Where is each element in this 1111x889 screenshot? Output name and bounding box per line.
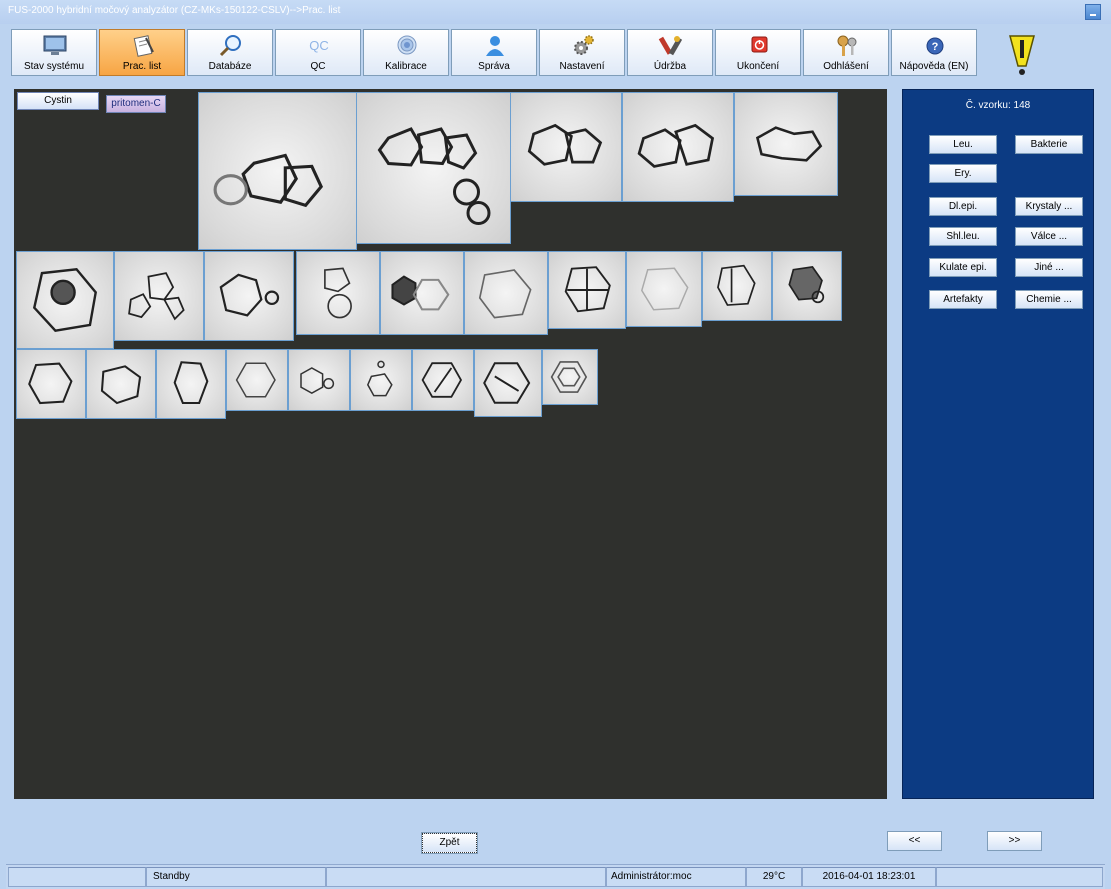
tab-kalibrace[interactable]: Kalibrace bbox=[363, 29, 449, 76]
crystal-image[interactable] bbox=[464, 251, 548, 335]
tools-icon bbox=[658, 36, 683, 56]
tab-odhlaseni[interactable]: Odhlášení bbox=[803, 29, 889, 76]
class-button-bakterie[interactable]: Bakterie bbox=[1015, 135, 1083, 154]
tab-label: Odhlášení bbox=[823, 61, 869, 72]
crystal-image[interactable] bbox=[16, 349, 86, 419]
crystal-image[interactable] bbox=[510, 92, 622, 202]
crystal-image[interactable] bbox=[296, 251, 380, 335]
status-user: Administrátor:moc bbox=[606, 867, 746, 887]
class-button-leu[interactable]: Leu. bbox=[929, 135, 997, 154]
tab-label: Ukončení bbox=[736, 61, 780, 72]
crystal-image[interactable] bbox=[412, 349, 474, 411]
back-button[interactable]: Zpět bbox=[421, 832, 478, 854]
class-button-dl-epi[interactable]: Dl.epi. bbox=[929, 197, 997, 216]
class-button-artefakty[interactable]: Artefakty bbox=[929, 290, 997, 309]
qc-icon: QC bbox=[309, 38, 329, 53]
crystal-image[interactable] bbox=[734, 92, 838, 196]
crystal-image[interactable] bbox=[772, 251, 842, 321]
title-bar: FUS-2000 hybridní močový analyzátor (CZ-… bbox=[0, 0, 1111, 24]
status-tag[interactable]: pritomen-C bbox=[106, 95, 166, 113]
warning-icon[interactable] bbox=[1002, 32, 1042, 78]
class-button-chemie[interactable]: Chemie ... bbox=[1015, 290, 1083, 309]
crystal-image[interactable] bbox=[702, 251, 772, 321]
crystal-image[interactable] bbox=[622, 92, 734, 202]
crystal-image[interactable] bbox=[288, 349, 350, 411]
previous-page-button[interactable]: << bbox=[887, 831, 942, 851]
class-button-jine[interactable]: Jiné ... bbox=[1015, 258, 1083, 277]
help-icon: ? bbox=[926, 37, 944, 55]
tab-prac-list[interactable]: Prac. list bbox=[99, 29, 185, 76]
crystal-image[interactable] bbox=[86, 349, 156, 419]
tab-label: QC bbox=[310, 61, 326, 72]
status-segment-empty bbox=[8, 867, 146, 887]
power-icon bbox=[751, 36, 768, 53]
tab-udrzba[interactable]: Údržba bbox=[627, 29, 713, 76]
status-datetime: 2016-04-01 18:23:01 bbox=[802, 867, 936, 887]
monitor-icon bbox=[43, 35, 67, 55]
crystal-image[interactable] bbox=[380, 251, 464, 335]
tab-ukonceni[interactable]: Ukončení bbox=[715, 29, 801, 76]
user-icon bbox=[486, 36, 504, 56]
class-button-ery[interactable]: Ery. bbox=[929, 164, 997, 183]
crystal-image[interactable] bbox=[204, 251, 294, 341]
window-title: FUS-2000 hybridní močový analyzátor (CZ-… bbox=[8, 5, 341, 16]
svg-text:?: ? bbox=[932, 41, 939, 53]
crystal-image[interactable] bbox=[226, 349, 288, 411]
next-page-button[interactable]: >> bbox=[987, 831, 1042, 851]
crystal-image[interactable] bbox=[626, 251, 702, 327]
category-button[interactable]: Cystin bbox=[17, 92, 99, 110]
tab-databaze[interactable]: Databáze bbox=[187, 29, 273, 76]
tab-label: Nápověda (EN) bbox=[899, 61, 969, 72]
crystal-image[interactable] bbox=[542, 349, 598, 405]
crystal-image[interactable] bbox=[16, 251, 114, 349]
minimize-button[interactable] bbox=[1085, 4, 1101, 20]
crystal-image[interactable] bbox=[356, 92, 511, 244]
class-button-valce[interactable]: Válce ... bbox=[1015, 227, 1083, 246]
tab-napoveda[interactable]: ? Nápověda (EN) bbox=[891, 29, 977, 76]
crystal-image[interactable] bbox=[350, 349, 412, 411]
image-viewer: Cystin pritomen-C bbox=[14, 89, 887, 799]
status-segment-empty bbox=[326, 867, 606, 887]
tab-label: Databáze bbox=[208, 61, 252, 72]
qc-icon-text: QC bbox=[309, 38, 329, 53]
tab-label: Kalibrace bbox=[385, 61, 427, 72]
crystal-image[interactable] bbox=[474, 349, 542, 417]
tab-nastaveni[interactable]: Nastavení bbox=[539, 29, 625, 76]
keys-icon bbox=[837, 35, 857, 56]
tab-label: Stav systému bbox=[23, 61, 85, 72]
tab-stav-systemu[interactable]: Stav systému bbox=[11, 29, 97, 76]
tab-label: Správa bbox=[478, 61, 510, 72]
tab-qc[interactable]: QC QC bbox=[275, 29, 361, 76]
class-button-shl-leu[interactable]: Shl.leu. bbox=[929, 227, 997, 246]
tab-label: Nastavení bbox=[559, 61, 605, 72]
status-bar: Standby Administrátor:moc 29°C 2016-04-0… bbox=[6, 864, 1105, 889]
worksheet-icon bbox=[133, 35, 154, 57]
gears-icon bbox=[574, 35, 594, 55]
classification-panel: Č. vzorku: 148 Leu. Ery. Dl.epi. Shl.leu… bbox=[902, 89, 1094, 799]
status-state: Standby bbox=[146, 867, 326, 887]
crystal-image[interactable] bbox=[198, 92, 357, 250]
sample-number: Č. vzorku: 148 bbox=[965, 100, 1031, 111]
crystal-image[interactable] bbox=[548, 251, 626, 329]
crystal-image[interactable] bbox=[156, 349, 226, 419]
status-temperature: 29°C bbox=[746, 867, 802, 887]
class-button-kulate-epi[interactable]: Kulate epi. bbox=[929, 258, 997, 277]
tab-label: Údržba bbox=[653, 61, 687, 72]
class-button-krystaly[interactable]: Krystaly ... bbox=[1015, 197, 1083, 216]
target-icon bbox=[397, 35, 417, 55]
status-segment-empty bbox=[936, 867, 1103, 887]
crystal-image[interactable] bbox=[114, 251, 204, 341]
tab-label: Prac. list bbox=[122, 61, 162, 72]
magnifier-icon bbox=[219, 35, 241, 57]
tab-sprava[interactable]: Správa bbox=[451, 29, 537, 76]
